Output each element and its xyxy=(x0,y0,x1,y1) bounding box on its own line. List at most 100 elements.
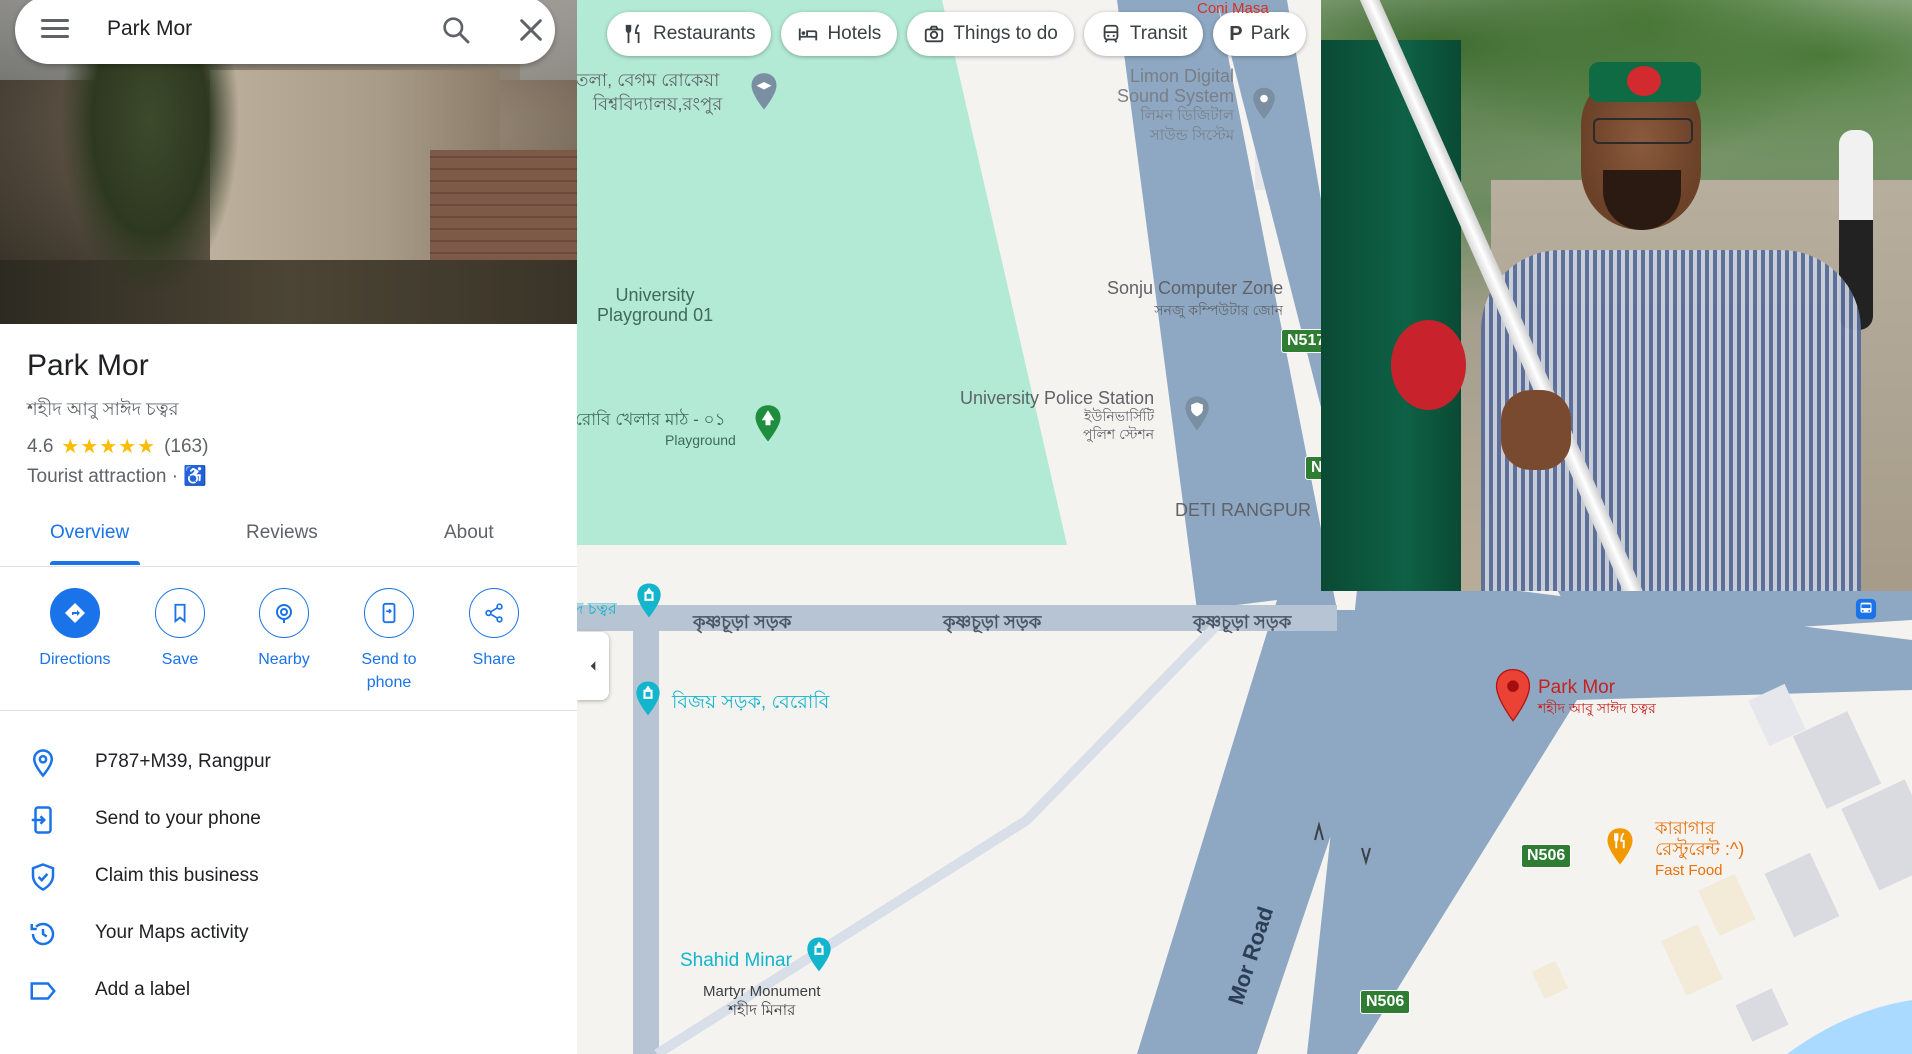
action-buttons: Directions Save Nearby Send to phone Sha… xyxy=(0,588,577,711)
maps-activity-text: Your Maps activity xyxy=(95,922,249,943)
chip-hotels-label: Hotels xyxy=(827,23,882,44)
police-bn-1: ইউনিভার্সিটি xyxy=(1084,408,1155,424)
bus-stop-icon[interactable] xyxy=(1855,598,1877,620)
university-pin-icon[interactable] xyxy=(749,72,779,112)
map-label-chattar[interactable]: দ চত্বর xyxy=(577,596,617,623)
map-label-park-mor[interactable]: Park Mor শহীদ আবু সাঈদ চত্বর xyxy=(1538,678,1656,718)
limon-bn-2: সাউন্ড সিস্টেম xyxy=(1149,127,1235,144)
save-button[interactable]: Save xyxy=(128,588,232,671)
map-label-begum-rokeya[interactable]: তলা, বেগম রোকেয়া বিশ্ববিদ্যালয়,রংপুর xyxy=(577,68,722,116)
map-label-limon-digital[interactable]: Limon Digital Sound System লিমন ডিজিটাল … xyxy=(1117,66,1234,146)
place-category-row: Tourist attraction · ♿ xyxy=(27,464,207,488)
chip-restaurants[interactable]: Restaurants xyxy=(607,12,772,56)
place-category[interactable]: Tourist attraction xyxy=(27,466,166,487)
map-label-martyr-monument: Martyr Monument শহীদ মিনার xyxy=(703,982,821,1020)
map-label-university-playground[interactable]: University Playground 01 xyxy=(597,285,713,325)
map-label-karagar[interactable]: কারাগার রেস্টুরেন্ট :^) Fast Food xyxy=(1655,818,1744,881)
label-icon xyxy=(30,982,56,1000)
place-panel: Park Mor শহীদ আবু সাঈদ চত্বর 4.6 ★★★★★ (… xyxy=(0,0,578,1054)
search-icon[interactable] xyxy=(440,14,472,46)
claim-business-text: Claim this business xyxy=(95,865,259,886)
chip-hotels[interactable]: Hotels xyxy=(781,12,898,56)
reviews-count[interactable]: (163) xyxy=(164,436,208,458)
karagar-line-1: কারাগার xyxy=(1655,818,1715,838)
send-to-your-phone-row[interactable]: Send to your phone xyxy=(0,793,577,850)
karagar-type: Fast Food xyxy=(1655,862,1723,879)
collapse-panel-button[interactable] xyxy=(577,632,609,700)
chip-things-to-do[interactable]: Things to do xyxy=(907,12,1074,56)
location-pin-icon xyxy=(32,749,54,778)
chip-transit-label: Transit xyxy=(1129,23,1188,44)
menu-icon[interactable] xyxy=(41,16,69,44)
send-to-phone-label: Send to phone xyxy=(361,651,417,691)
map-label-sonju[interactable]: Sonju Computer Zone সনজু কম্পিউটার জোন xyxy=(1107,277,1283,321)
road-label-1: কৃষ্ণচূড়া সড়ক xyxy=(693,612,792,632)
photo-hand xyxy=(1501,390,1571,470)
chip-transit[interactable]: Transit xyxy=(1083,12,1204,56)
begum-rokeya-line-2: বিশ্ববিদ্যালয়,রংপুর xyxy=(593,94,723,114)
limon-line-1: Limon Digital xyxy=(1130,66,1235,86)
chip-parking[interactable]: P Park xyxy=(1213,12,1306,56)
karagar-line-2: রেস্টুরেন্ট :^) xyxy=(1655,839,1745,859)
chip-parking-label: Park xyxy=(1250,23,1290,44)
map-label-coni[interactable]: Coni Masa xyxy=(1197,0,1269,17)
search-box xyxy=(15,0,555,64)
begum-rokeya-line-1: তলা, বেগম রোকেয়া xyxy=(577,70,720,90)
restaurant-icon xyxy=(625,24,640,44)
history-icon xyxy=(30,922,55,946)
overlay-photo xyxy=(1321,0,1912,591)
map-label-shahid-minar[interactable]: Shahid Minar xyxy=(680,950,792,972)
photo-flag-circle xyxy=(1391,320,1466,410)
monument-pin-icon-3[interactable] xyxy=(805,936,833,974)
chip-restaurants-label: Restaurants xyxy=(653,23,756,44)
police-line-1: University Police Station xyxy=(960,388,1155,408)
tab-overview[interactable]: Overview xyxy=(50,522,129,544)
map-label-bijoy[interactable]: বিজয় সড়ক, বেরোবি xyxy=(672,688,829,720)
chevron-left-icon xyxy=(590,661,596,671)
tab-reviews[interactable]: Reviews xyxy=(246,522,318,544)
restaurant-pin-icon[interactable] xyxy=(1605,826,1635,868)
send-to-phone-button[interactable]: Send to phone xyxy=(337,588,441,694)
monument-pin-icon-2[interactable] xyxy=(634,680,662,718)
store-pin-icon[interactable] xyxy=(1251,86,1277,122)
hotel-icon xyxy=(799,28,818,41)
maps-activity-row[interactable]: Your Maps activity xyxy=(0,907,577,964)
rating-stars: ★★★★★ xyxy=(61,436,157,458)
share-label: Share xyxy=(472,651,516,668)
parking-icon: P xyxy=(1229,22,1243,45)
photo-flag xyxy=(1321,40,1461,591)
park-pin-icon[interactable] xyxy=(753,404,783,444)
road-label-3: কৃষ্ণচূড়া সড়ক xyxy=(1193,612,1292,632)
photo-headband-circle xyxy=(1627,66,1661,96)
playground-bn-line: রোবি খেলার মাঠ - ০১ xyxy=(577,410,726,429)
nearby-icon xyxy=(259,588,309,638)
nearby-button[interactable]: Nearby xyxy=(232,588,336,671)
close-icon[interactable] xyxy=(515,14,547,46)
claim-business-row[interactable]: Claim this business xyxy=(0,850,577,907)
park-mor-line-1: Park Mor xyxy=(1538,677,1616,698)
tab-about[interactable]: About xyxy=(444,522,494,544)
route-badge-n506-b: N506 xyxy=(1360,990,1411,1014)
map-label-police-station[interactable]: University Police Station ইউনিভার্সিটি প… xyxy=(960,389,1154,443)
place-tabs: Overview Reviews About xyxy=(0,508,577,567)
police-pin-icon[interactable] xyxy=(1183,395,1211,433)
directions-button[interactable]: Directions xyxy=(23,588,127,671)
add-label-row[interactable]: Add a label xyxy=(0,964,577,1021)
add-label-text: Add a label xyxy=(95,979,191,1000)
accessibility-icon[interactable]: ♿ xyxy=(183,466,207,487)
search-input[interactable] xyxy=(105,10,409,48)
address-row[interactable]: P787+M39, Rangpur xyxy=(0,736,577,793)
rating-row[interactable]: 4.6 ★★★★★ (163) xyxy=(27,434,208,459)
police-bn-2: পুলিশ স্টেশন xyxy=(1082,426,1155,442)
route-badge-n506-a: N506 xyxy=(1521,844,1572,868)
category-chips: Restaurants Hotels Things to do Transit … xyxy=(607,12,1306,56)
selected-place-pin-icon[interactable] xyxy=(1493,668,1533,724)
martyr-line-1: Martyr Monument xyxy=(703,983,821,1000)
share-button[interactable]: Share xyxy=(442,588,546,671)
map-label-playground-bn[interactable]: রোবি খেলার মাঠ - ০১ Playground xyxy=(577,410,736,450)
map-label-deti[interactable]: DETI RANGPUR xyxy=(1175,500,1311,521)
monument-pin-icon-1[interactable] xyxy=(635,582,663,620)
share-icon xyxy=(469,588,519,638)
directions-label: Directions xyxy=(39,651,111,668)
chip-things-to-do-label: Things to do xyxy=(953,23,1058,44)
